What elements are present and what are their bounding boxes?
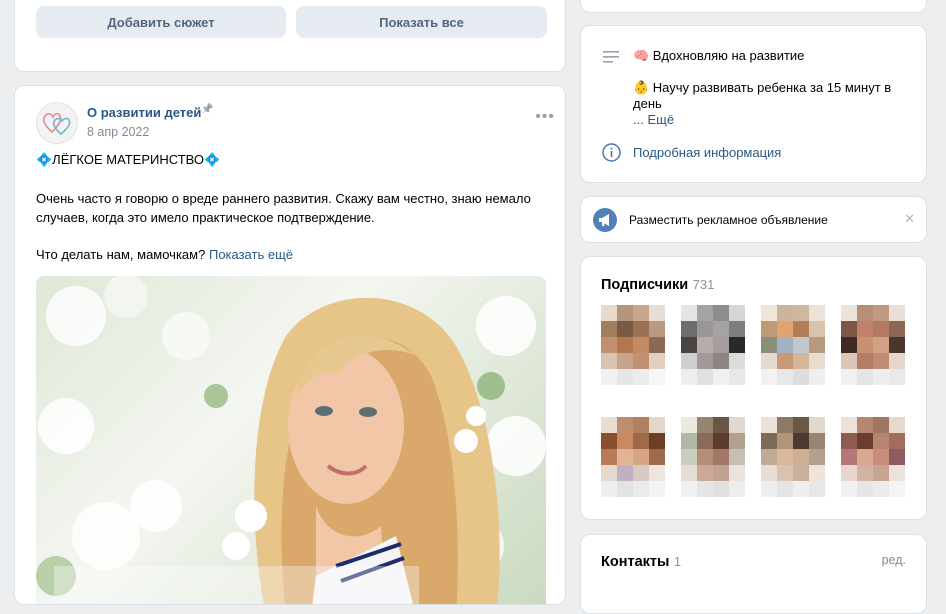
post-date[interactable]: 8 апр 2022 — [87, 125, 149, 139]
subscriber-avatar[interactable] — [681, 417, 745, 497]
ad-card: Разместить рекламное объявление ✕ — [580, 196, 927, 243]
subscriber-avatar[interactable] — [841, 417, 905, 497]
subscribers-card: Подписчики 731 — [580, 256, 927, 520]
show-more-link[interactable]: Показать ещё — [209, 247, 293, 262]
show-all-button[interactable]: Показать все — [296, 6, 547, 38]
woman-portrait-image — [36, 276, 546, 604]
post-photo[interactable] — [36, 276, 546, 604]
subscriber-avatar[interactable] — [761, 305, 825, 385]
subscriber-avatar[interactable] — [841, 305, 905, 385]
contacts-edit-link[interactable]: ред. — [882, 553, 906, 567]
subscriber-avatar[interactable] — [681, 305, 745, 385]
info-more-link[interactable]: ... Ещё — [633, 112, 674, 127]
info-line-1: 🧠 Вдохновляю на развитие — [633, 48, 805, 63]
subscribers-header[interactable]: Подписчики 731 — [601, 276, 714, 294]
close-icon[interactable]: ✕ — [904, 211, 915, 227]
post-author[interactable]: О развитии детей — [87, 105, 201, 120]
post-menu-icon[interactable]: ••• — [535, 108, 555, 126]
post-question: Что делать нам, мамочкам? — [36, 247, 206, 262]
community-info-card: 🧠 Вдохновляю на развитие 👶 Научу развива… — [580, 25, 927, 183]
community-avatar[interactable] — [36, 102, 78, 144]
post-heading: 💠ЛЁГКОЕ МАТЕРИНСТВО💠 — [36, 152, 221, 167]
subscriber-avatar[interactable] — [761, 417, 825, 497]
info-line-2: 👶 Научу развивать ребенка за 15 минут в … — [633, 80, 892, 111]
menu-lines-icon — [603, 51, 619, 63]
contacts-count: 1 — [673, 554, 682, 569]
place-ad-link[interactable]: Разместить рекламное объявление — [629, 213, 828, 227]
wall-post: О развитии детей 📌 8 апр 2022 ••• 💠ЛЁГКО… — [14, 85, 566, 605]
top-right-card — [580, 0, 927, 13]
pin-icon: 📌 — [201, 104, 214, 115]
post-question-line: Что делать нам, мамочкам? Показать ещё — [36, 245, 546, 264]
hearts-logo-icon — [42, 112, 71, 136]
info-icon — [602, 143, 621, 162]
contacts-card: Контакты 1 ред. — [580, 534, 927, 614]
post-paragraph: Очень часто я говорю о вреде раннего раз… — [36, 191, 531, 225]
details-link[interactable]: Подробная информация — [633, 145, 781, 160]
subscriber-avatar[interactable] — [601, 417, 665, 497]
subscribers-title[interactable]: Подписчики — [601, 277, 688, 293]
stories-card: Добавить сюжет Показать все — [14, 0, 566, 72]
subscriber-avatar[interactable] — [601, 305, 665, 385]
contacts-header[interactable]: Контакты 1 — [601, 553, 681, 571]
add-story-button[interactable]: Добавить сюжет — [36, 6, 286, 38]
contacts-title[interactable]: Контакты — [601, 554, 669, 570]
megaphone-icon[interactable] — [593, 208, 617, 232]
subscribers-count: 731 — [692, 277, 715, 292]
